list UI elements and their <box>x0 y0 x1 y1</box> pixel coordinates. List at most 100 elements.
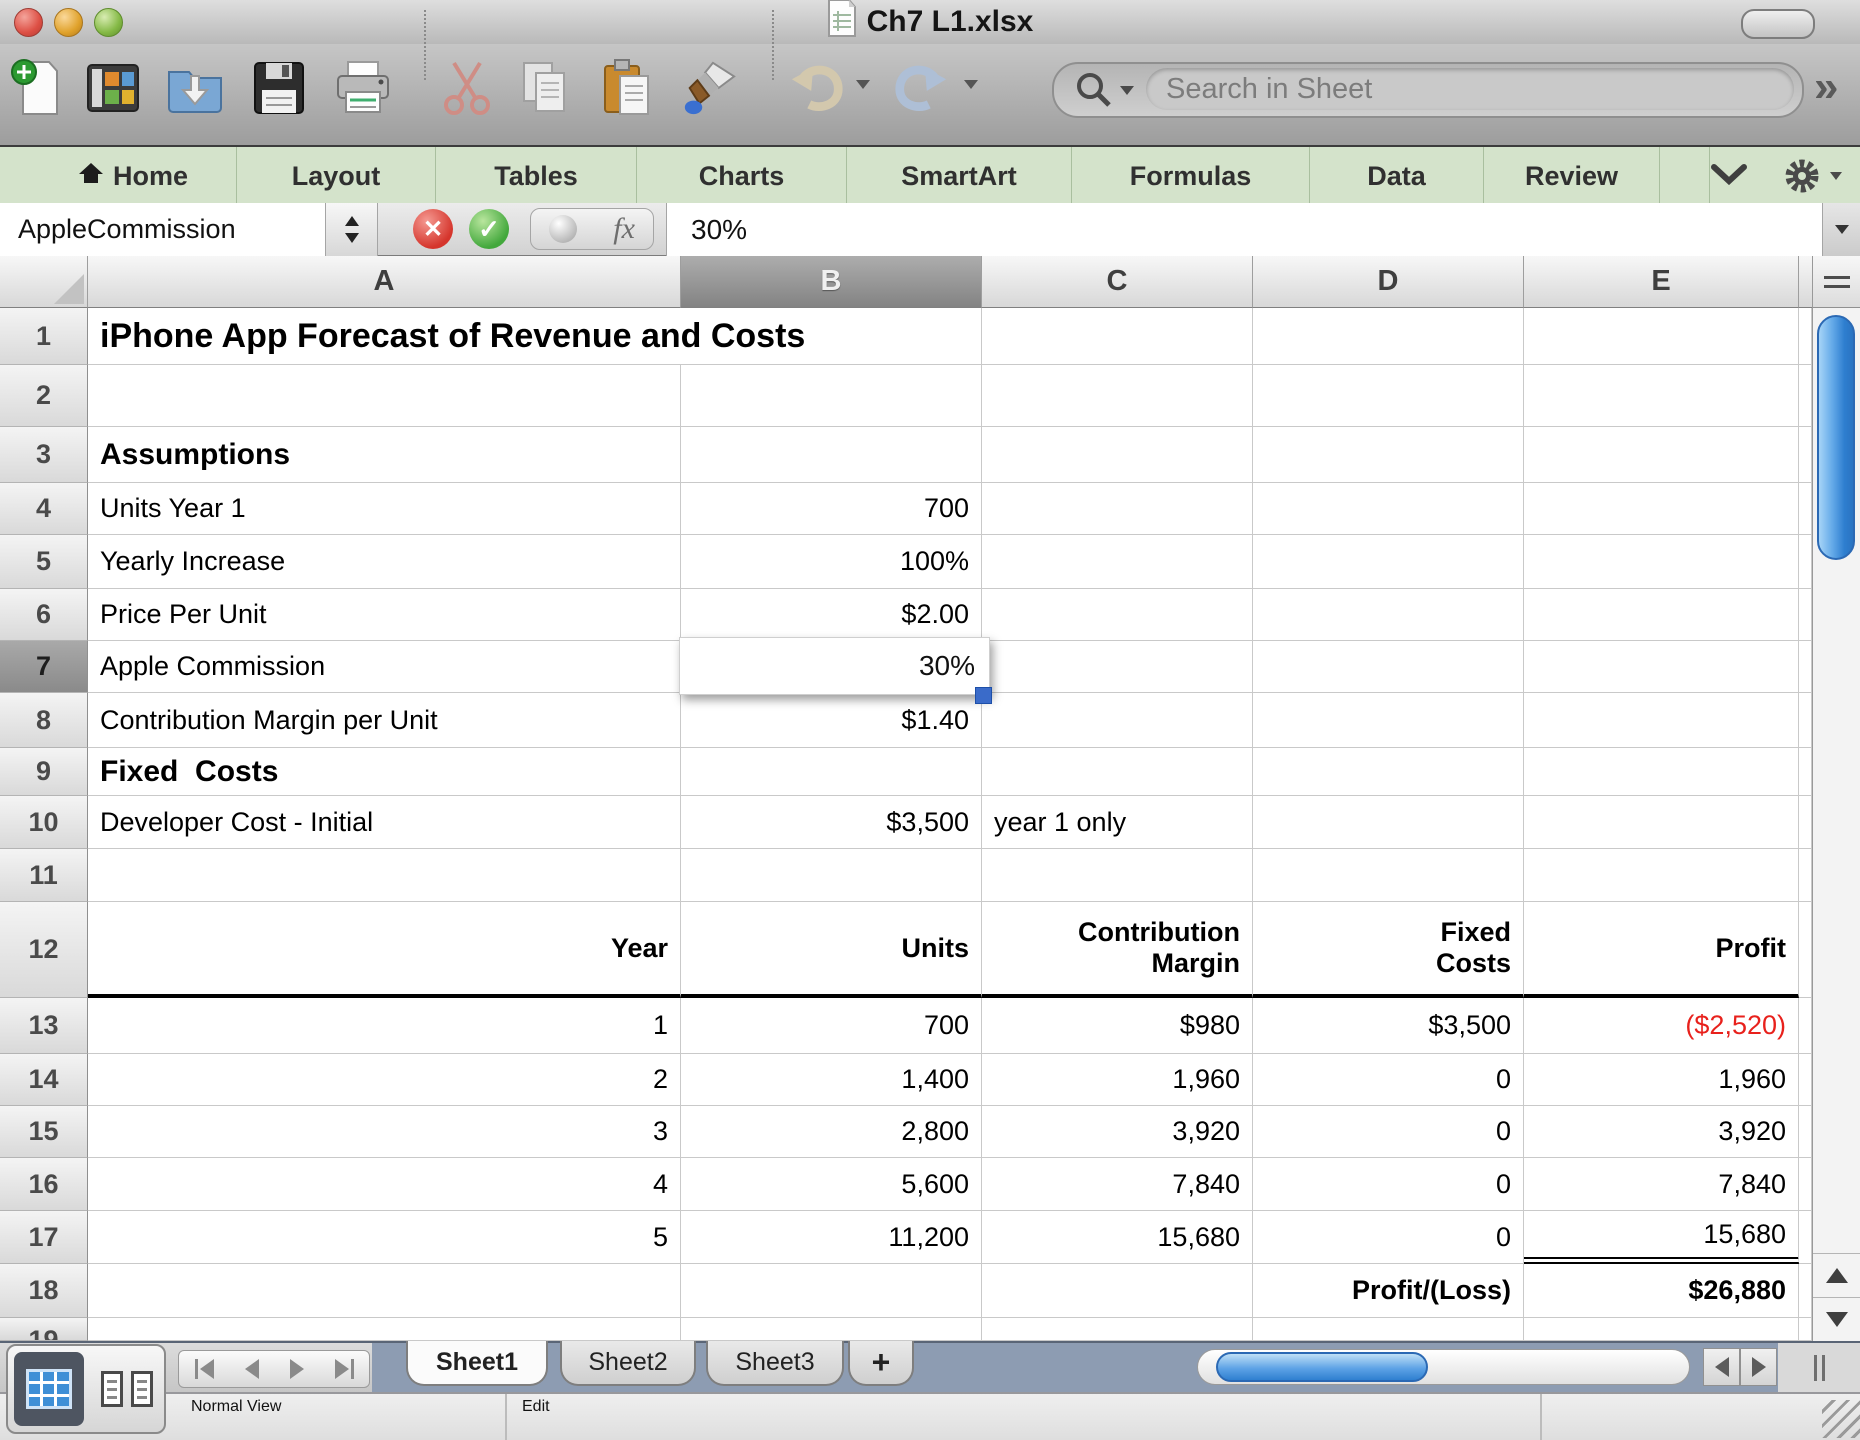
print-icon[interactable] <box>334 56 392 120</box>
cell-F17[interactable] <box>1799 1211 1812 1264</box>
cell-B5[interactable]: 100% <box>681 535 982 589</box>
cell-B19[interactable] <box>681 1318 982 1341</box>
formula-bar-expand-icon[interactable] <box>1822 203 1860 256</box>
cell-B15[interactable]: 2,800 <box>681 1106 982 1158</box>
row-header-18[interactable]: 18 <box>0 1264 88 1318</box>
cell-B10[interactable]: $3,500 <box>681 796 982 849</box>
cell-C9[interactable] <box>982 748 1253 796</box>
cell-F16[interactable] <box>1799 1158 1812 1211</box>
cell-B3[interactable] <box>681 427 982 483</box>
name-box-stepper[interactable] <box>326 203 378 256</box>
row-header-13[interactable]: 13 <box>0 998 88 1054</box>
cell-A10[interactable]: Developer Cost - Initial <box>88 796 681 849</box>
show-gallery-icon[interactable] <box>84 56 142 120</box>
new-document-icon[interactable] <box>8 56 66 120</box>
sheet-tab-sheet2[interactable]: Sheet2 <box>560 1341 696 1386</box>
toolbar-toggle-button[interactable] <box>1741 9 1815 39</box>
cell-D14[interactable]: 0 <box>1253 1054 1524 1106</box>
cell-E10[interactable] <box>1524 796 1799 849</box>
cell-F6[interactable] <box>1799 589 1812 641</box>
search-icon[interactable] <box>1074 70 1134 110</box>
cell-A14[interactable]: 2 <box>88 1054 681 1106</box>
save-icon[interactable] <box>250 56 308 120</box>
cell-B12[interactable]: Units <box>681 902 982 998</box>
cell-E17[interactable]: 15,680 <box>1524 1211 1799 1264</box>
search-input[interactable] <box>1164 71 1748 107</box>
cell-A13[interactable]: 1 <box>88 998 681 1054</box>
insert-function-icon[interactable]: fx <box>613 212 635 246</box>
cell-B17[interactable]: 11,200 <box>681 1211 982 1264</box>
row-header-6[interactable]: 6 <box>0 589 88 641</box>
add-sheet-tab[interactable]: + <box>848 1341 914 1386</box>
row-header-16[interactable]: 16 <box>0 1158 88 1211</box>
cell-E19[interactable] <box>1524 1318 1799 1341</box>
column-header-F[interactable] <box>1799 256 1812 308</box>
row-header-4[interactable]: 4 <box>0 483 88 535</box>
cell-C10[interactable]: year 1 only <box>982 796 1253 849</box>
cell-E11[interactable] <box>1524 849 1799 902</box>
cell-C15[interactable]: 3,920 <box>982 1106 1253 1158</box>
cell-E6[interactable] <box>1524 589 1799 641</box>
cell-D15[interactable]: 0 <box>1253 1106 1524 1158</box>
sheet-tab-sheet1[interactable]: Sheet1 <box>406 1341 548 1386</box>
undo-icon[interactable] <box>788 56 846 120</box>
cell-D10[interactable] <box>1253 796 1524 849</box>
row-header-3[interactable]: 3 <box>0 427 88 483</box>
row-header-17[interactable]: 17 <box>0 1211 88 1264</box>
row-header-5[interactable]: 5 <box>0 535 88 589</box>
cell-C18[interactable] <box>982 1264 1253 1318</box>
cell-F18[interactable] <box>1799 1264 1812 1318</box>
cell-C6[interactable] <box>982 589 1253 641</box>
cell-B9[interactable] <box>681 748 982 796</box>
cell-D5[interactable] <box>1253 535 1524 589</box>
vertical-scrollbar-thumb[interactable] <box>1817 315 1855 560</box>
cell-D4[interactable] <box>1253 483 1524 535</box>
search-box[interactable] <box>1052 62 1804 118</box>
name-box[interactable]: AppleCommission <box>0 203 326 256</box>
select-all-corner[interactable] <box>0 256 88 308</box>
cell-B4[interactable]: 700 <box>681 483 982 535</box>
cell-F3[interactable] <box>1799 427 1812 483</box>
cell-E12[interactable]: Profit <box>1524 902 1799 998</box>
redo-dropdown-icon[interactable] <box>964 80 978 89</box>
cell-E1[interactable] <box>1524 308 1799 365</box>
horizontal-scrollbar[interactable] <box>1197 1349 1690 1385</box>
cell-B18[interactable] <box>681 1264 982 1318</box>
cell-E16[interactable]: 7,840 <box>1524 1158 1799 1211</box>
cell-A12[interactable]: Year <box>88 902 681 998</box>
cell-C19[interactable] <box>982 1318 1253 1341</box>
cell-B16[interactable]: 5,600 <box>681 1158 982 1211</box>
cell-F15[interactable] <box>1799 1106 1812 1158</box>
cell-C4[interactable] <box>982 483 1253 535</box>
open-icon[interactable] <box>166 56 224 120</box>
last-sheet-icon[interactable] <box>334 1359 354 1379</box>
column-header-D[interactable]: D <box>1253 256 1524 308</box>
cell-F4[interactable] <box>1799 483 1812 535</box>
column-header-B[interactable]: B <box>681 256 982 308</box>
cell-E2[interactable] <box>1524 365 1799 427</box>
cell-D3[interactable] <box>1253 427 1524 483</box>
cell-D19[interactable] <box>1253 1318 1524 1341</box>
redo-icon[interactable] <box>892 56 950 120</box>
cell-B11[interactable] <box>681 849 982 902</box>
cell-F12[interactable] <box>1799 902 1812 998</box>
cell-F5[interactable] <box>1799 535 1812 589</box>
cell-A19[interactable] <box>88 1318 681 1341</box>
column-header-E[interactable]: E <box>1524 256 1799 308</box>
cell-A15[interactable]: 3 <box>88 1106 681 1158</box>
cell-A4[interactable]: Units Year 1 <box>88 483 681 535</box>
cell-A1[interactable]: iPhone App Forecast of Revenue and Costs <box>88 308 982 365</box>
paste-icon[interactable] <box>598 56 656 120</box>
cell-D9[interactable] <box>1253 748 1524 796</box>
formula-input[interactable]: 30% <box>666 203 1822 256</box>
cell-D16[interactable]: 0 <box>1253 1158 1524 1211</box>
cell-C12[interactable]: Contribution Margin <box>982 902 1253 998</box>
cell-F11[interactable] <box>1799 849 1812 902</box>
column-header-A[interactable]: A <box>88 256 681 308</box>
row-header-10[interactable]: 10 <box>0 796 88 849</box>
cell-D17[interactable]: 0 <box>1253 1211 1524 1264</box>
cell-A3[interactable]: Assumptions <box>88 427 681 483</box>
cell-C7[interactable] <box>982 641 1253 693</box>
cell-F13[interactable] <box>1799 998 1812 1054</box>
toolbar-more-icon[interactable]: » <box>1814 64 1838 110</box>
